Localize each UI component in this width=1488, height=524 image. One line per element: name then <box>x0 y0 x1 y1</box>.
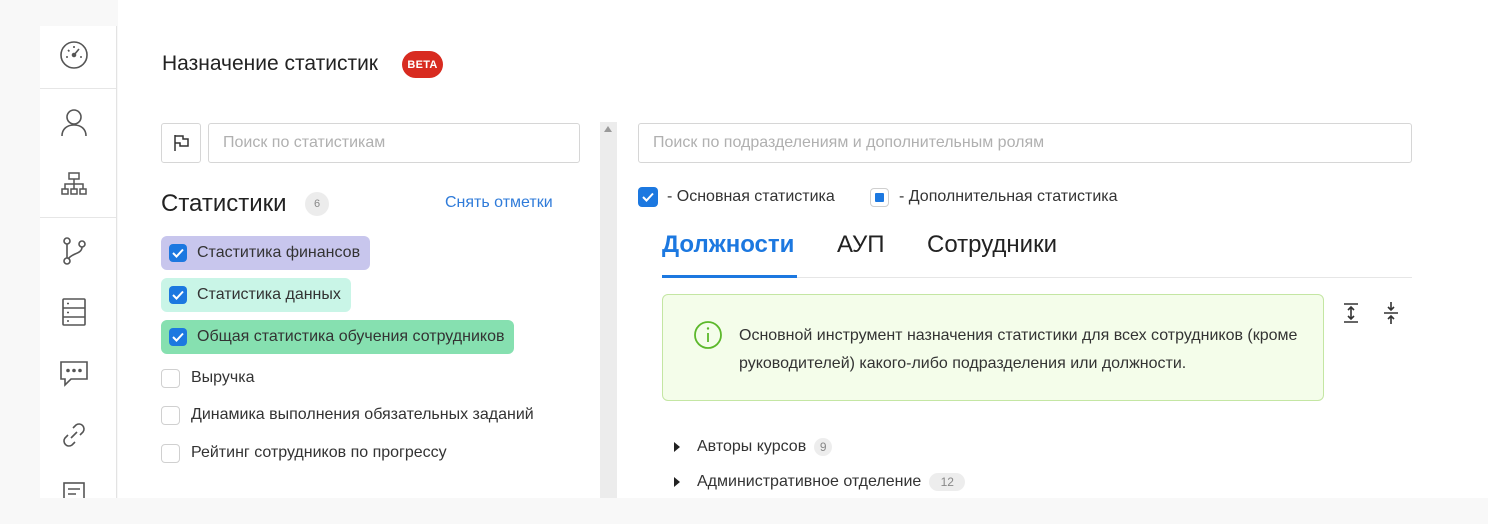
info-text: Основной инструмент назначения статистик… <box>739 327 1298 372</box>
sidebar <box>40 26 117 498</box>
collapse-all-icon[interactable] <box>1379 301 1403 325</box>
list-icon[interactable] <box>59 297 89 327</box>
square-mark-icon <box>875 192 884 202</box>
checkbox-checked[interactable] <box>169 286 187 304</box>
checkbox-checked[interactable] <box>169 244 187 262</box>
statistic-label: Стаститика финансов <box>197 244 361 261</box>
statistic-item[interactable]: Стаститика финансов <box>161 236 371 270</box>
unmark-all-link[interactable]: Снять отметки <box>445 194 553 212</box>
check-icon <box>172 290 184 300</box>
statistic-item[interactable]: Динамика выполнения обязательных заданий <box>161 402 534 428</box>
tree-node-count: 9 <box>814 438 833 456</box>
beta-badge: BETA <box>402 51 443 78</box>
statistic-label: Динамика выполнения обязательных заданий <box>191 406 534 423</box>
flag-filter-button[interactable] <box>161 123 201 163</box>
vertical-scrollbar[interactable] <box>600 122 617 498</box>
org-structure-icon[interactable] <box>59 169 89 199</box>
tab-positions[interactable]: Должности <box>662 231 794 259</box>
legend-primary: - Основная статистика <box>638 186 835 208</box>
page-title: Назначение статистик <box>162 52 378 75</box>
checkbox-unchecked[interactable] <box>161 443 180 463</box>
tree-node-count: 12 <box>929 473 966 491</box>
tree-node-authors[interactable]: Авторы курсов 9 <box>674 435 833 459</box>
checkbox-checked[interactable] <box>169 328 187 346</box>
check-icon <box>172 332 184 342</box>
link-icon[interactable] <box>59 420 89 450</box>
branch-icon[interactable] <box>59 236 89 266</box>
statistic-label: Общая статистика обучения сотрудников <box>197 328 505 345</box>
secondary-checkbox-sample <box>870 187 889 207</box>
legend-secondary-label: - Дополнительная статистика <box>899 188 1118 205</box>
main-content: Назначение статистик BETA Статистики 6 С… <box>118 0 1488 498</box>
statistic-item[interactable]: Общая статистика обучения сотрудников <box>161 320 515 354</box>
tree-node-label: Авторы курсов <box>697 438 807 455</box>
expand-all-icon[interactable] <box>1339 301 1363 325</box>
scroll-up-arrow-icon[interactable] <box>604 126 612 132</box>
dashboard-icon[interactable] <box>59 40 89 70</box>
statistic-label: Статистика данных <box>197 286 341 303</box>
check-icon <box>642 192 654 202</box>
check-icon <box>172 248 184 258</box>
tab-aup[interactable]: АУП <box>837 231 884 259</box>
legend-primary-label: - Основная статистика <box>667 188 835 205</box>
primary-checkbox-sample <box>638 187 658 207</box>
statistic-item[interactable]: Выручка <box>161 365 254 391</box>
tree-node-administrative[interactable]: Административное отделение 12 <box>674 470 966 494</box>
info-box: Основной инструмент назначения статистик… <box>662 294 1324 401</box>
statistics-count-badge: 6 <box>305 192 329 216</box>
statistic-item[interactable]: Статистика данных <box>161 278 351 312</box>
checkbox-unchecked[interactable] <box>161 405 180 425</box>
statistic-label: Выручка <box>191 369 255 386</box>
active-tab-indicator <box>662 275 797 278</box>
document-icon[interactable] <box>59 478 89 498</box>
statistics-search-input[interactable] <box>208 123 580 163</box>
sidebar-divider <box>40 217 116 218</box>
flag-icon <box>174 135 189 151</box>
tab-employees[interactable]: Сотрудники <box>927 231 1057 259</box>
statistic-item[interactable]: Рейтинг сотрудников по прогрессу <box>161 440 447 466</box>
user-icon[interactable] <box>59 107 89 137</box>
statistic-label: Рейтинг сотрудников по прогрессу <box>191 444 447 461</box>
statistics-section-title: Статистики <box>161 190 287 217</box>
checkbox-unchecked[interactable] <box>161 368 180 388</box>
sidebar-divider <box>40 88 116 89</box>
tree-node-label: Административное отделение <box>697 473 922 490</box>
caret-right-icon[interactable] <box>674 477 680 487</box>
legend-secondary: - Дополнительная статистика <box>870 186 1118 208</box>
chat-icon[interactable] <box>59 358 89 388</box>
departments-search-input[interactable] <box>638 123 1412 163</box>
info-icon <box>694 321 722 349</box>
caret-right-icon[interactable] <box>674 442 680 452</box>
